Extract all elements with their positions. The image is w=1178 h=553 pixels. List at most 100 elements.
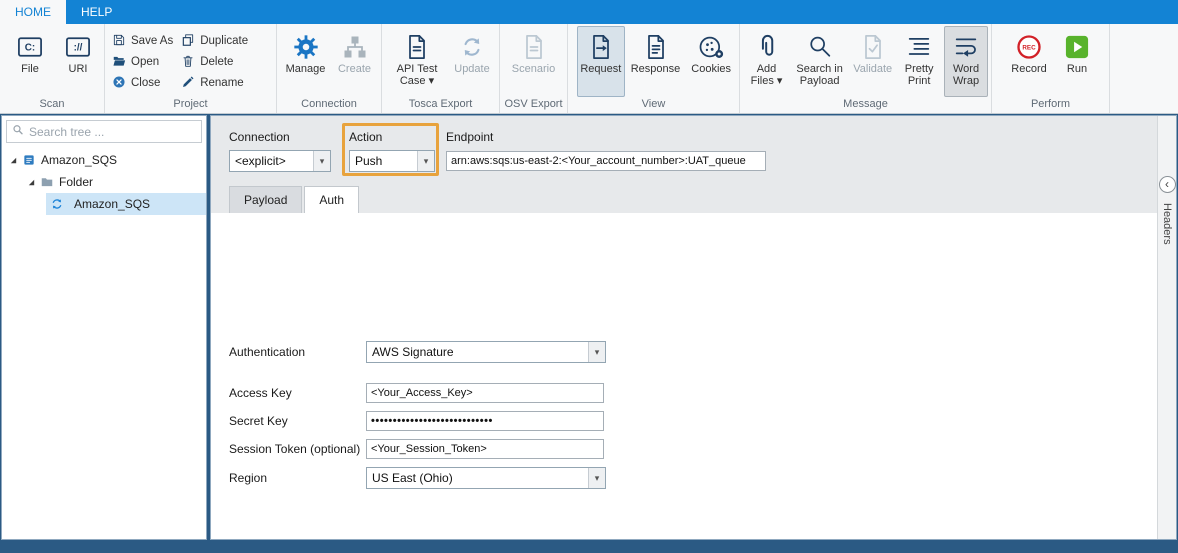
folder-icon: [40, 175, 54, 189]
endpoint-label: Endpoint: [446, 130, 493, 144]
session-token-input[interactable]: [366, 439, 604, 459]
chevron-down-icon[interactable]: ▾: [313, 151, 330, 171]
word-wrap-button[interactable]: Word Wrap: [944, 26, 988, 97]
payload-auth-tabs: Payload Auth: [229, 186, 359, 213]
connection-label: Connection: [229, 130, 290, 144]
sync-icon: [50, 197, 64, 211]
validate-button[interactable]: Validate: [851, 26, 894, 97]
uri-button[interactable]: :// URI: [55, 26, 101, 97]
gear-icon: [292, 30, 320, 63]
headers-collapse-button[interactable]: ‹: [1159, 176, 1176, 193]
authentication-label: Authentication: [229, 345, 366, 359]
group-label-osv-export: OSV Export: [500, 97, 567, 113]
tab-auth[interactable]: Auth: [304, 186, 359, 213]
duplicate-icon: [181, 33, 195, 50]
group-label-scan: Scan: [0, 97, 104, 113]
secret-key-row: Secret Key: [229, 410, 604, 432]
action-select[interactable]: Push ▾: [349, 150, 435, 172]
scenario-document-icon: [520, 30, 548, 63]
response-button[interactable]: Response: [627, 26, 685, 97]
auth-form: Authentication AWS Signature ▾ Access Ke…: [211, 213, 1157, 539]
tab-home[interactable]: HOME: [0, 0, 66, 24]
authentication-select[interactable]: AWS Signature ▾: [366, 341, 606, 363]
save-as-button[interactable]: Save As: [112, 33, 173, 49]
tree-item-root[interactable]: Amazon_SQS: [2, 149, 206, 171]
chevron-down-icon[interactable]: ▾: [588, 342, 605, 362]
search-icon: [12, 123, 24, 141]
region-select[interactable]: US East (Ohio) ▾: [366, 467, 606, 489]
create-button[interactable]: Create: [331, 26, 378, 97]
update-button[interactable]: Update: [449, 26, 495, 97]
headers-tab[interactable]: Headers: [1161, 203, 1173, 245]
authentication-row: Authentication AWS Signature ▾: [229, 341, 606, 363]
file-button[interactable]: C: File: [7, 26, 53, 97]
search-in-payload-button[interactable]: Search in Payload: [790, 26, 849, 97]
selected-tree-item: Amazon_SQS: [46, 193, 206, 215]
tree-search-box: [6, 120, 202, 143]
svg-text:REC: REC: [1022, 44, 1036, 51]
group-label-project: Project: [105, 97, 276, 113]
group-perform: REC Record Run Perform: [992, 24, 1110, 113]
tab-help[interactable]: HELP: [66, 0, 127, 24]
secret-key-input[interactable]: [366, 411, 604, 431]
sitemap-icon: [341, 30, 369, 63]
cookie-icon: [697, 30, 725, 63]
group-label-connection: Connection: [277, 97, 381, 113]
close-button[interactable]: Close: [112, 75, 173, 91]
access-key-input[interactable]: [366, 383, 604, 403]
close-icon: [112, 75, 126, 92]
duplicate-button[interactable]: Duplicate: [181, 33, 248, 49]
region-label: Region: [229, 471, 366, 485]
run-button[interactable]: Run: [1055, 26, 1099, 97]
delete-button[interactable]: Delete: [181, 54, 248, 70]
chevron-down-icon[interactable]: ▾: [417, 151, 434, 171]
expander-icon[interactable]: [8, 156, 18, 165]
group-view: Request Response Cookies View: [568, 24, 740, 113]
record-rec-icon: REC: [1015, 30, 1043, 63]
chevron-down-icon[interactable]: ▾: [588, 468, 605, 488]
manage-button[interactable]: Manage: [282, 26, 329, 97]
connection-select[interactable]: <explicit> ▾: [229, 150, 331, 172]
add-files-button[interactable]: Add Files ▾: [745, 26, 788, 97]
scan-node-icon: [22, 153, 36, 167]
play-icon: [1063, 30, 1091, 63]
rename-button[interactable]: Rename: [181, 75, 248, 91]
paperclip-icon: [753, 30, 781, 63]
group-tosca-export: API Test Case ▾ Update Tosca Export: [382, 24, 500, 113]
access-key-label: Access Key: [229, 386, 366, 400]
chevron-left-icon: ‹: [1165, 177, 1169, 191]
expander-icon[interactable]: [26, 178, 36, 187]
request-document-icon: [587, 30, 615, 63]
tree-item-amazon-sqs[interactable]: Amazon_SQS: [2, 193, 206, 215]
scenario-button[interactable]: Scenario: [506, 26, 562, 97]
search-input[interactable]: [29, 125, 196, 139]
save-icon: [112, 33, 126, 50]
connection-header-bar: Connection <explicit> ▾ Action Push ▾ En…: [211, 116, 1157, 213]
ribbon: C: File :// URI Scan Save A: [0, 24, 1178, 114]
file-drive-icon: C:: [16, 30, 44, 63]
svg-text:://: ://: [74, 42, 83, 53]
session-token-row: Session Token (optional): [229, 438, 604, 460]
group-label-message: Message: [740, 97, 991, 113]
svg-text:C:: C:: [25, 42, 35, 53]
group-osv-export: Scenario OSV Export: [500, 24, 568, 113]
group-project: Save As Open Close Duplicate: [105, 24, 277, 113]
pretty-print-button[interactable]: Pretty Print: [896, 26, 942, 97]
request-button[interactable]: Request: [577, 26, 625, 97]
session-token-label: Session Token (optional): [229, 442, 366, 456]
group-label-view: View: [568, 97, 739, 113]
api-test-case-button[interactable]: API Test Case ▾: [387, 26, 447, 97]
open-button[interactable]: Open: [112, 54, 173, 70]
trash-icon: [181, 54, 195, 71]
access-key-row: Access Key: [229, 382, 604, 404]
main-panel: Connection <explicit> ▾ Action Push ▾ En…: [210, 115, 1177, 540]
endpoint-input[interactable]: [446, 151, 766, 171]
cookies-button[interactable]: Cookies: [686, 26, 736, 97]
tab-payload[interactable]: Payload: [229, 186, 302, 213]
tree-item-folder[interactable]: Folder: [2, 171, 206, 193]
region-row: Region US East (Ohio) ▾: [229, 467, 606, 489]
record-button[interactable]: REC Record: [1005, 26, 1053, 97]
group-connection: Manage Create Connection: [277, 24, 382, 113]
indented-lines-icon: [905, 30, 933, 63]
tree-sidebar: Amazon_SQS Folder Amazon_SQS: [1, 115, 207, 540]
